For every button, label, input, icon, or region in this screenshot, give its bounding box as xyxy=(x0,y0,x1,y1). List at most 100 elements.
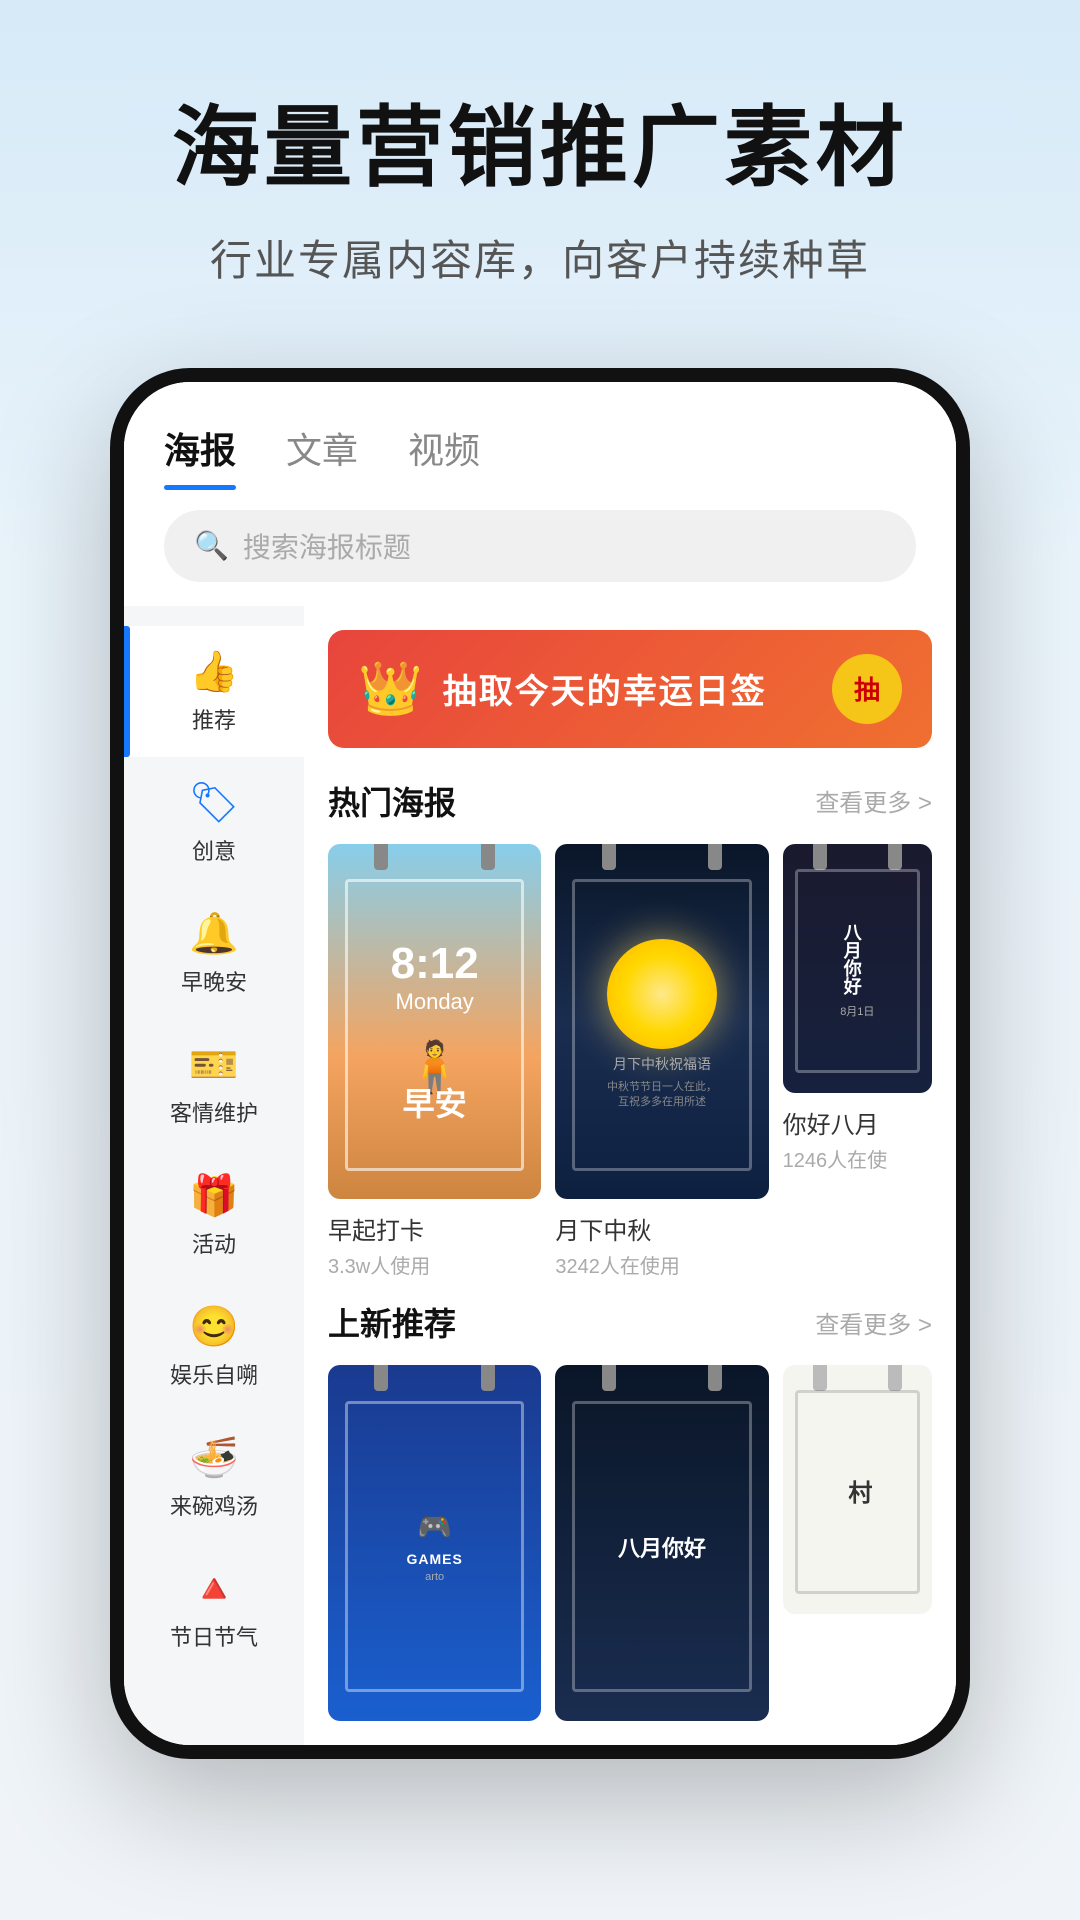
poster-img-august: 八月你好 8月1日 xyxy=(783,844,932,1093)
clip-mark xyxy=(481,1365,495,1391)
search-bar-wrap: 🔍 搜索海报标题 xyxy=(124,490,956,606)
clip-mark xyxy=(602,1365,616,1391)
clip-mark xyxy=(481,844,495,870)
new-poster-img-2: 八月你好 xyxy=(555,1365,768,1721)
poster-usage-morning: 3.3w人使用 xyxy=(328,1250,541,1279)
main-layout: 👍 推荐 🏷 创意 🔔 早晚安 🎫 客情维护 xyxy=(124,606,956,1745)
clip-marks-4 xyxy=(328,1365,541,1395)
new-section-more[interactable]: 查看更多 > xyxy=(815,1305,932,1340)
sidebar-item-recommend[interactable]: 👍 推荐 xyxy=(124,626,304,757)
sidebar-label-entertainment: 娱乐自嗍 xyxy=(170,1358,258,1390)
clip-mark xyxy=(708,844,722,870)
poster-card-morning[interactable]: 8:12 Monday 🧍 早安 早起打卡 3.3w人使用 xyxy=(328,844,541,1280)
new-poster-card-1[interactable]: 🎮 GAMES arto xyxy=(328,1365,541,1721)
poster-inner-frame: 8:12 Monday 🧍 早安 xyxy=(345,879,524,1171)
poster-img-morning: 8:12 Monday 🧍 早安 xyxy=(328,844,541,1200)
clip-mark xyxy=(888,1365,902,1391)
sidebar-item-creative[interactable]: 🏷 创意 xyxy=(124,757,304,888)
holiday-icon: 🔺 xyxy=(189,1565,239,1612)
games-icon: 🎮 xyxy=(406,1510,462,1543)
sidebar-label-activity: 活动 xyxy=(192,1227,236,1259)
moon-circle xyxy=(607,939,717,1049)
search-bar[interactable]: 🔍 搜索海报标题 xyxy=(164,510,916,582)
hero-section: 海量营销推广素材 行业专属内容库，向客户持续种草 xyxy=(0,0,1080,348)
new-poster-img-1: 🎮 GAMES arto xyxy=(328,1365,541,1721)
moon-bottom: 月下中秋祝福语 中秋节节日一人在此，互祝多多在用所述 xyxy=(575,1054,748,1111)
poster-card-august[interactable]: 八月你好 8月1日 你好八月 1246人在使 xyxy=(783,844,932,1280)
content-area: 👑 抽取今天的幸运日签 抽 热门海报 查看更多 > xyxy=(304,606,956,1745)
sidebar-item-activity[interactable]: 🎁 活动 xyxy=(124,1150,304,1281)
new-poster-3-text: 村 xyxy=(840,1480,875,1504)
new-poster-1-content: 🎮 GAMES arto xyxy=(406,1510,462,1583)
sidebar-label-customer: 客情维护 xyxy=(170,1096,258,1128)
sidebar-label-holiday: 节日节气 xyxy=(170,1620,258,1652)
new-poster-2-text: 八月你好 xyxy=(618,1531,706,1563)
sidebar-item-chicken[interactable]: 🍜 来碗鸡汤 xyxy=(124,1412,304,1543)
phone-mockup: 海报 文章 视频 🔍 搜索海报标题 xyxy=(110,368,970,1759)
hot-poster-grid: 8:12 Monday 🧍 早安 早起打卡 3.3w人使用 xyxy=(328,844,932,1280)
hero-subtitle: 行业专属内容库，向客户持续种草 xyxy=(80,227,1000,288)
games-subtext: arto xyxy=(406,1571,462,1583)
morning-greeting: 早安 xyxy=(348,1079,521,1125)
clip-marks xyxy=(328,844,541,874)
clip-marks-2 xyxy=(555,844,768,874)
draw-button[interactable]: 抽 xyxy=(832,654,902,724)
august-chinese: 八月你好 xyxy=(840,923,862,995)
new-section: 上新推荐 查看更多 > xyxy=(328,1299,932,1721)
app-container: 海报 文章 视频 🔍 搜索海报标题 xyxy=(124,382,956,1745)
new-poster-1-frame: 🎮 GAMES arto xyxy=(345,1401,524,1693)
sidebar-item-holiday[interactable]: 🔺 节日节气 xyxy=(124,1543,304,1674)
search-placeholder-text: 搜索海报标题 xyxy=(243,526,411,566)
hot-section-header: 热门海报 查看更多 > xyxy=(328,778,932,824)
august-inner-frame: 八月你好 8月1日 xyxy=(795,869,920,1073)
sidebar-item-entertainment[interactable]: 😊 娱乐自嗍 xyxy=(124,1281,304,1412)
clip-mark xyxy=(374,844,388,870)
banner-text: 抽取今天的幸运日签 xyxy=(443,664,812,713)
poster-name-midautumn: 月下中秋 xyxy=(555,1211,768,1246)
clip-mark xyxy=(602,844,616,870)
poster-name-august: 你好八月 xyxy=(783,1105,932,1140)
clip-mark xyxy=(708,1365,722,1391)
moon-desc: 中秋节节日一人在此，互祝多多在用所述 xyxy=(575,1080,748,1111)
hot-section-more[interactable]: 查看更多 > xyxy=(815,783,932,818)
day-text: Monday xyxy=(348,989,521,1015)
clip-mark xyxy=(888,844,902,870)
search-icon: 🔍 xyxy=(194,529,229,562)
chicken-icon: 🍜 xyxy=(189,1434,239,1481)
poster-usage-midautumn: 3242人在使用 xyxy=(555,1250,768,1279)
clip-marks-5 xyxy=(555,1365,768,1395)
tab-poster[interactable]: 海报 xyxy=(164,422,236,490)
sidebar-label-morning: 早晚安 xyxy=(181,965,247,997)
new-poster-card-3[interactable]: 村 xyxy=(783,1365,932,1721)
morning-icon: 🔔 xyxy=(189,910,239,957)
poster-usage-august: 1246人在使 xyxy=(783,1144,932,1173)
hot-section-title: 热门海报 xyxy=(328,778,456,824)
lucky-banner[interactable]: 👑 抽取今天的幸运日签 抽 xyxy=(328,630,932,748)
morning-time-display: 8:12 Monday xyxy=(348,939,521,1015)
new-poster-grid: 🎮 GAMES arto xyxy=(328,1365,932,1721)
new-poster-img-3: 村 xyxy=(783,1365,932,1614)
poster-card-midautumn[interactable]: 月下中秋祝福语 中秋节节日一人在此，互祝多多在用所述 月下中秋 3242人在使用 xyxy=(555,844,768,1280)
sidebar: 👍 推荐 🏷 创意 🔔 早晚安 🎫 客情维护 xyxy=(124,606,304,1745)
thumb-up-icon: 👍 xyxy=(189,648,239,695)
tab-article[interactable]: 文章 xyxy=(286,422,358,490)
august-date: 8月1日 xyxy=(840,1003,874,1019)
phone-wrapper: 海报 文章 视频 🔍 搜索海报标题 xyxy=(0,368,1080,1759)
new-section-header: 上新推荐 查看更多 > xyxy=(328,1299,932,1345)
creative-icon: 🏷 xyxy=(189,779,240,826)
activity-icon: 🎁 xyxy=(189,1172,239,1219)
new-poster-3-content: 村 xyxy=(840,1480,875,1504)
sidebar-label-creative: 创意 xyxy=(192,834,236,866)
top-tabs: 海报 文章 视频 xyxy=(124,382,956,490)
hero-title: 海量营销推广素材 xyxy=(80,100,1000,197)
sidebar-item-customer[interactable]: 🎫 客情维护 xyxy=(124,1019,304,1150)
moon-title: 月下中秋祝福语 xyxy=(575,1054,748,1074)
sidebar-item-morning[interactable]: 🔔 早晚安 xyxy=(124,888,304,1019)
crown-icon: 👑 xyxy=(358,658,423,719)
clip-mark xyxy=(813,844,827,870)
new-poster-card-2[interactable]: 八月你好 xyxy=(555,1365,768,1721)
poster-img-moon: 月下中秋祝福语 中秋节节日一人在此，互祝多多在用所述 xyxy=(555,844,768,1200)
time-text: 8:12 xyxy=(348,939,521,989)
tab-video[interactable]: 视频 xyxy=(408,422,480,490)
august-content: 八月你好 8月1日 xyxy=(840,923,874,1019)
